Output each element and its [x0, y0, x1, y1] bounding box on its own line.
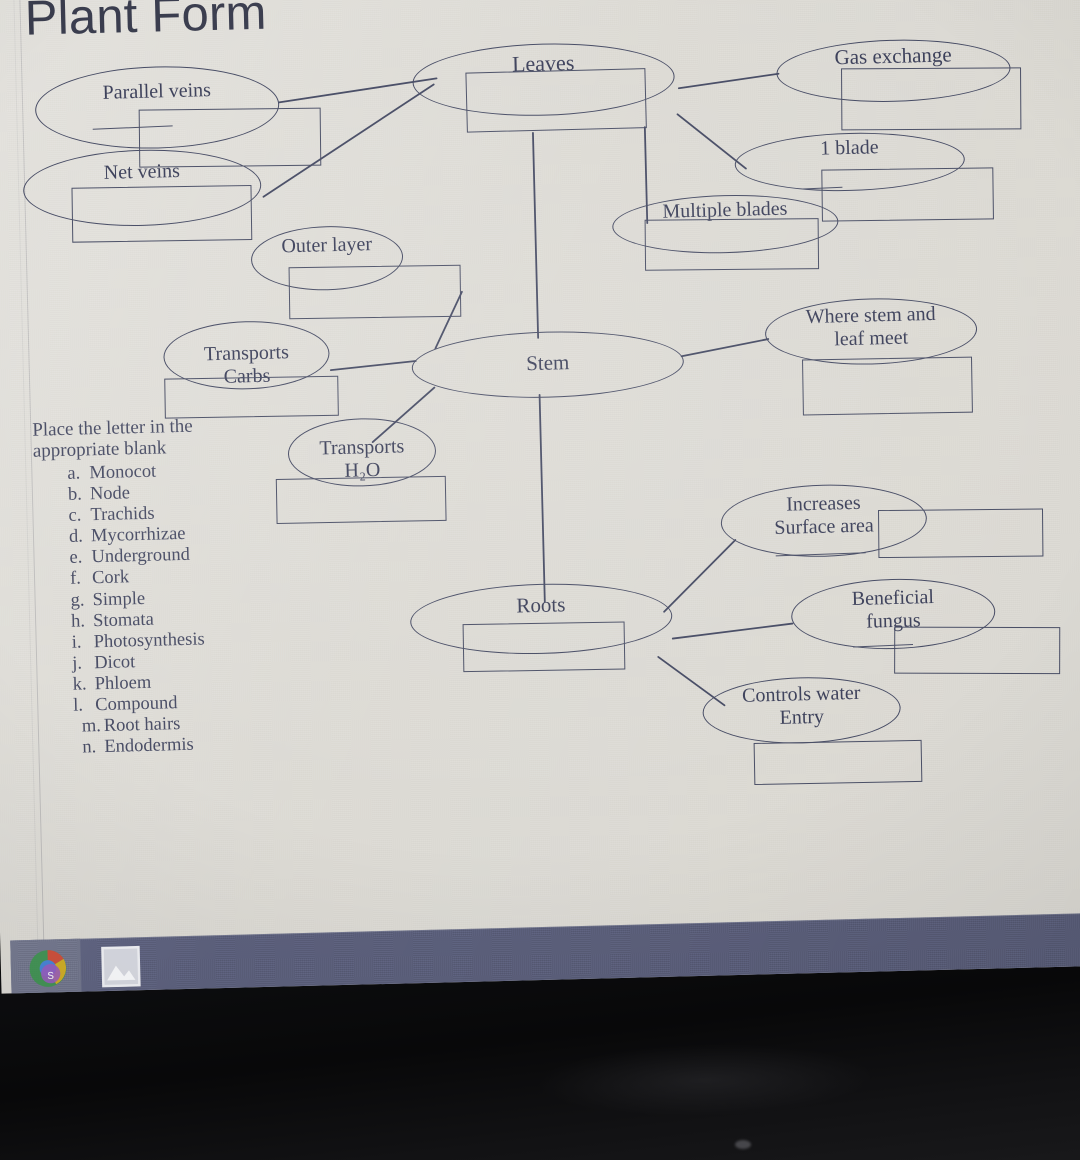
screen-content: Plant Form Parallel veins Net veins Leav…: [0, 0, 1080, 994]
photo-frame: Plant Form Parallel veins Net veins Leav…: [0, 0, 1080, 1160]
bezel-reflection: [539, 1040, 871, 1120]
connector-lines: [262, 72, 794, 707]
bezel-speck: [735, 1140, 751, 1149]
